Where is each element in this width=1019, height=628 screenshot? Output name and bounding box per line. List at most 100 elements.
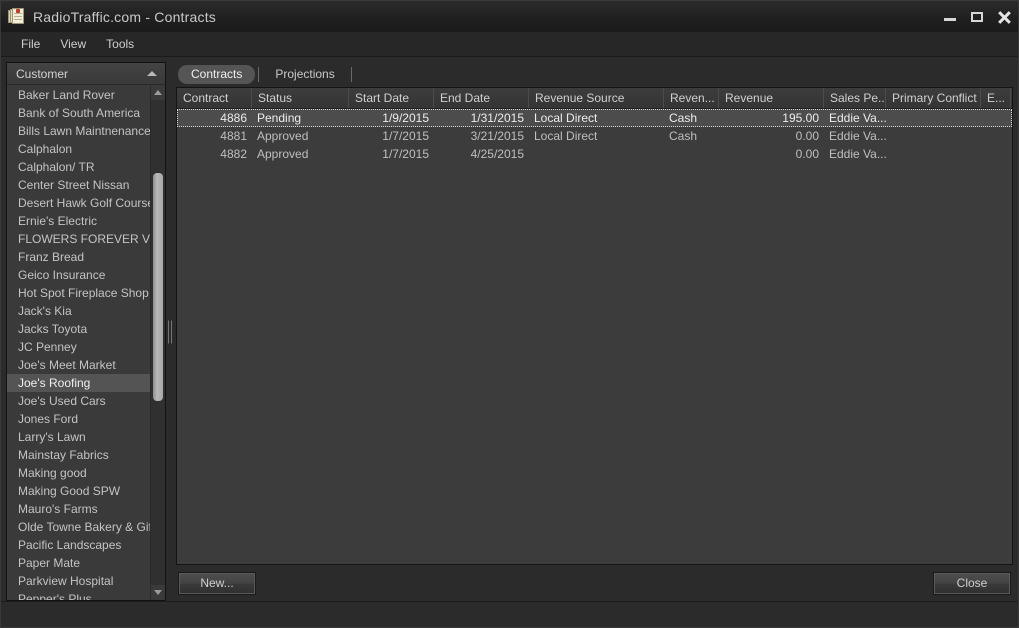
table-cell: Eddie Va... [829, 111, 886, 125]
table-cell: Pending [257, 111, 302, 125]
table-cell: 4881 [220, 129, 247, 143]
list-item[interactable]: Ernie's Electric [7, 212, 150, 230]
column-header[interactable]: Pr... [1011, 88, 1012, 108]
table-cell: Local Direct [534, 129, 598, 143]
table-cell: 0.00 [795, 129, 819, 143]
contracts-grid-body[interactable]: 4886 Pending 1/9/2015 1/31/2015 Local Direct… [177, 109, 1012, 564]
list-item[interactable]: Baker Land Rover [7, 86, 150, 104]
table-cell [886, 109, 981, 127]
table-cell: 1/31/2015 [470, 111, 524, 125]
customer-list-area: Baker Land Rover Bank of South America Bil… [7, 85, 165, 600]
list-item[interactable]: Olde Towne Bakery & Gifts [7, 518, 150, 536]
list-item[interactable]: Parkview Hospital [7, 572, 150, 590]
table-cell: Cash [669, 129, 698, 143]
table-cell [981, 109, 1011, 127]
main-panel: Contracts Projections Contract Status Start… [176, 62, 1013, 601]
table-cell: 4/25/2015 [470, 147, 524, 161]
list-item[interactable]: Bills Lawn Maintnenance [7, 122, 150, 140]
menu-item-view[interactable]: View [50, 34, 96, 54]
scroll-down-button[interactable] [151, 585, 165, 600]
list-item[interactable]: Joe's Used Cars [7, 392, 150, 410]
maximize-icon[interactable] [969, 9, 985, 25]
customer-column-header[interactable]: Customer [7, 63, 165, 85]
menu-bar: File View Tools [1, 32, 1018, 57]
column-header[interactable]: Primary Conflict [886, 88, 981, 108]
list-item[interactable]: FLOWERS FOREVER VW [7, 230, 150, 248]
contracts-grid: Contract Status Start Date End Date Revenue … [176, 87, 1013, 565]
list-item[interactable]: Pepper's Plus [7, 590, 150, 600]
list-item[interactable]: Mauro's Farms [7, 500, 150, 518]
list-item[interactable]: Paper Mate [7, 554, 150, 572]
scrollbar-thumb[interactable] [153, 172, 163, 401]
customer-list-scrollbar[interactable] [150, 85, 165, 600]
list-item[interactable]: JC Penney [7, 338, 150, 356]
column-header[interactable]: End Date [434, 88, 529, 108]
table-cell: Eddie Va... [829, 147, 886, 161]
table-cell: Local Direct [534, 111, 598, 125]
table-cell [529, 145, 664, 163]
menu-item-tools[interactable]: Tools [96, 34, 144, 54]
column-header[interactable]: Revenue Source [529, 88, 664, 108]
list-item[interactable]: Joe's Roofing [7, 374, 150, 392]
list-item[interactable]: Mainstay Fabrics [7, 446, 150, 464]
window-controls [942, 1, 1012, 32]
table-cell: Cash [669, 111, 698, 125]
tab-strip: Contracts Projections [176, 62, 1013, 84]
table-row[interactable]: 4881 Approved 1/7/2015 3/21/2015 Local Direc… [177, 127, 1012, 145]
table-cell: Eddie Va... [829, 129, 886, 143]
column-header[interactable]: Contract [177, 88, 252, 108]
list-item[interactable]: Franz Bread [7, 248, 150, 266]
table-cell [886, 145, 981, 163]
column-header[interactable]: Status [252, 88, 349, 108]
close-button[interactable]: Close [933, 571, 1011, 595]
list-item[interactable]: Geico Insurance [7, 266, 150, 284]
list-item[interactable]: Jones Ford [7, 410, 150, 428]
column-header[interactable]: Start Date [349, 88, 434, 108]
column-header[interactable]: Sales Pe... [824, 88, 886, 108]
list-item[interactable]: Desert Hawk Golf Course [7, 194, 150, 212]
table-cell: Approved [257, 147, 309, 161]
list-item[interactable]: Calphalon [7, 140, 150, 158]
table-cell [1011, 109, 1012, 127]
list-item[interactable]: Pacific Landscapes [7, 536, 150, 554]
close-icon[interactable] [996, 9, 1012, 25]
table-cell: 4886 [220, 111, 247, 125]
list-item[interactable]: Joe's Meet Market [7, 356, 150, 374]
splitter-grip-icon [168, 320, 174, 343]
list-item[interactable]: Making good [7, 464, 150, 482]
list-item[interactable]: Hot Spot Fireplace Shop [7, 284, 150, 302]
table-cell: 1/9/2015 [382, 111, 429, 125]
table-cell [1011, 145, 1012, 163]
list-item[interactable]: Center Street Nissan [7, 176, 150, 194]
scrollbar-track[interactable] [151, 100, 165, 585]
list-item[interactable]: Calphalon/ TR [7, 158, 150, 176]
list-item[interactable]: Jacks Toyota [7, 320, 150, 338]
scroll-up-button[interactable] [151, 85, 165, 100]
list-item[interactable]: Larry's Lawn [7, 428, 150, 446]
minimize-icon[interactable] [942, 9, 958, 25]
tab-contracts[interactable]: Contracts [178, 65, 256, 84]
table-cell: 1/7/2015 [382, 129, 429, 143]
contracts-grid-header: Contract Status Start Date End Date Revenue … [177, 88, 1012, 109]
menu-item-file[interactable]: File [11, 34, 50, 54]
list-item[interactable]: Bank of South America [7, 104, 150, 122]
tab-projections[interactable]: Projections [262, 65, 347, 84]
column-header[interactable]: Reven... [664, 88, 719, 108]
table-cell [1011, 127, 1012, 145]
list-item[interactable]: Jack's Kia [7, 302, 150, 320]
new-button[interactable]: New... [178, 571, 256, 595]
table-cell [664, 145, 719, 163]
panel-splitter[interactable] [166, 62, 176, 601]
column-header[interactable]: E... [981, 88, 1011, 108]
table-row[interactable]: 4886 Pending 1/9/2015 1/31/2015 Local Direct… [177, 109, 1012, 127]
window-body: Customer Baker Land Rover Bank of South A… [1, 57, 1018, 601]
customer-list[interactable]: Baker Land Rover Bank of South America Bil… [7, 85, 150, 600]
table-cell: 195.00 [782, 111, 819, 125]
column-header[interactable]: Revenue [719, 88, 824, 108]
title-bar: RadioTraffic.com - Contracts [1, 1, 1018, 32]
table-cell: Approved [257, 129, 309, 143]
window-title: RadioTraffic.com - Contracts [33, 8, 216, 25]
list-item[interactable]: Making Good SPW [7, 482, 150, 500]
tab-separator [350, 67, 352, 82]
table-row[interactable]: 4882 Approved 1/7/2015 4/25/2015 0.00 Eddie V… [177, 145, 1012, 163]
